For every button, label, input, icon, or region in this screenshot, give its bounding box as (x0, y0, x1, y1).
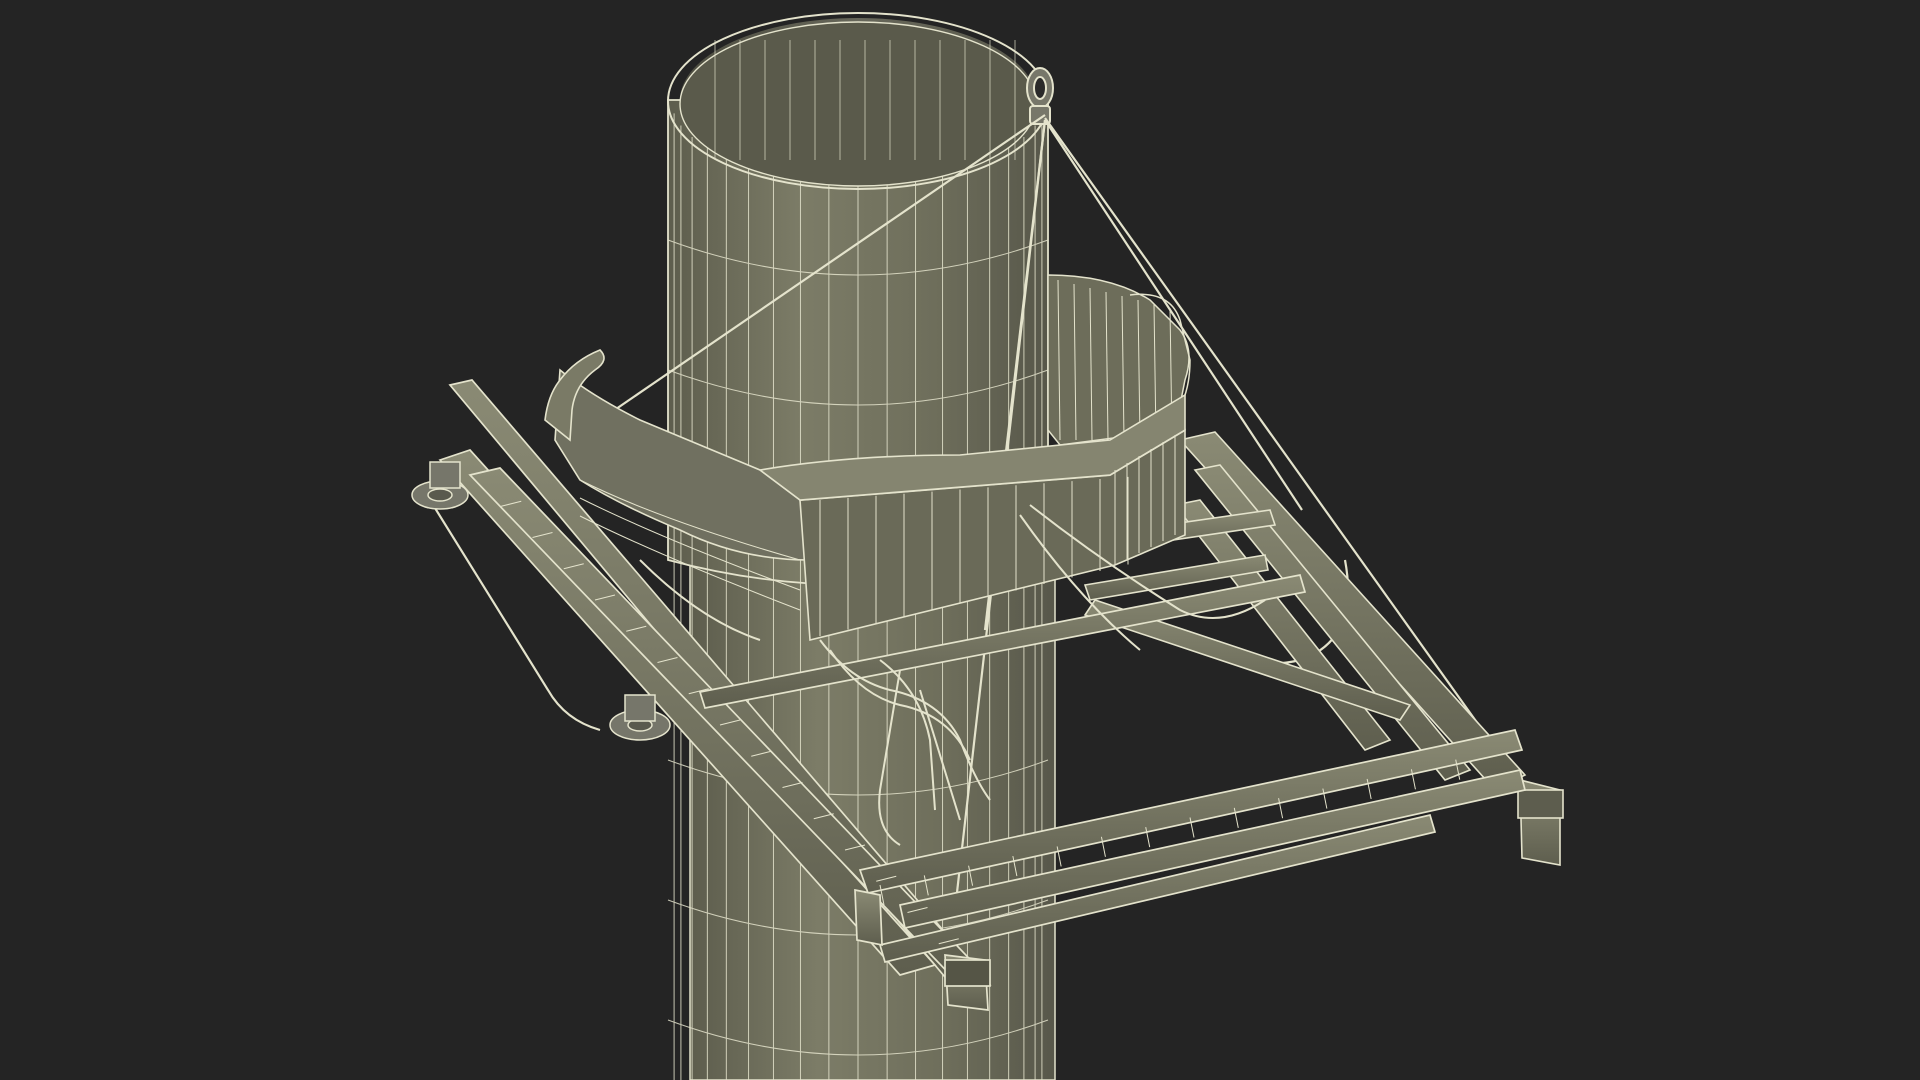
lifting-lug (1026, 67, 1054, 125)
wireframe-scene (411, 12, 1564, 1080)
render-viewport (0, 0, 1920, 1080)
pile-top-rim-inner (679, 21, 1037, 187)
